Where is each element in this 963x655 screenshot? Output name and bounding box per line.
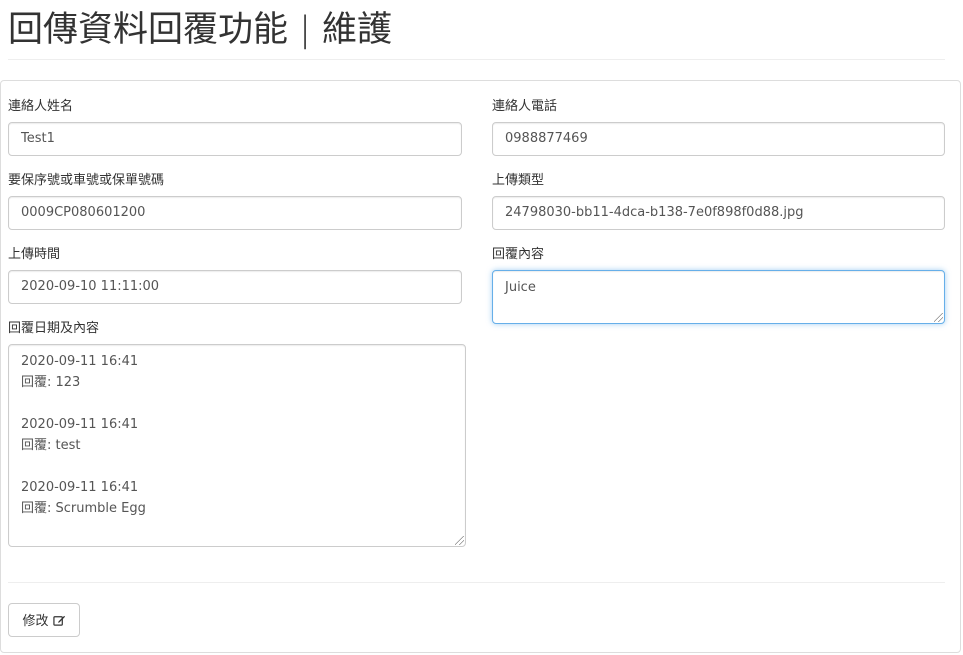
page-title: 回傳資料回覆功能 | 維護 <box>8 10 393 50</box>
edit-button-label: 修改 <box>22 613 49 628</box>
edit-icon <box>52 607 66 639</box>
upload-time-field[interactable]: 2020-09-10 11:11:00 <box>8 270 462 304</box>
footer-divider <box>8 582 945 583</box>
contact-name-field[interactable]: Test1 <box>8 122 462 156</box>
reply-entry: 2020-09-11 16:41 回覆: Scrumble Egg <box>21 477 453 519</box>
resize-grip-icon[interactable] <box>934 313 943 322</box>
policy-number-field[interactable]: 0009CP080601200 <box>8 196 462 230</box>
reply-text: 回覆: Scrumble Egg <box>21 501 146 516</box>
reply-history-textarea[interactable]: 2020-09-11 16:41 回覆: 123 2020-09-11 16:4… <box>8 344 466 547</box>
reply-entry: 2020-09-11 16:41 回覆: 123 <box>21 351 453 393</box>
contact-phone-label: 連絡人電話 <box>492 99 558 114</box>
reply-content-value: Juice <box>505 280 536 295</box>
reply-entry: 2020-09-11 16:41 回覆: test <box>21 414 453 456</box>
reply-date: 2020-09-11 16:41 <box>21 417 139 432</box>
reply-history-label: 回覆日期及內容 <box>8 321 100 336</box>
reply-date: 2020-09-11 16:41 <box>21 354 139 369</box>
reply-text: 回覆: 123 <box>21 375 81 390</box>
reply-date: 2020-09-11 16:41 <box>21 480 139 495</box>
reply-text: 回覆: test <box>21 438 81 453</box>
edit-button[interactable]: 修改 <box>8 603 80 637</box>
resize-grip-icon[interactable] <box>455 536 464 545</box>
contact-phone-field[interactable]: 0988877469 <box>492 122 945 156</box>
upload-time-label: 上傳時間 <box>8 247 61 262</box>
contact-name-label: 連絡人姓名 <box>8 99 74 114</box>
reply-content-label: 回覆內容 <box>492 247 545 262</box>
upload-type-label: 上傳類型 <box>492 173 545 188</box>
policy-number-label: 要保序號或車號或保單號碼 <box>8 173 165 188</box>
upload-type-field[interactable]: 24798030-bb11-4dca-b138-7e0f898f0d88.jpg <box>492 196 945 230</box>
reply-content-textarea[interactable]: Juice <box>492 270 945 324</box>
title-divider <box>8 59 945 60</box>
